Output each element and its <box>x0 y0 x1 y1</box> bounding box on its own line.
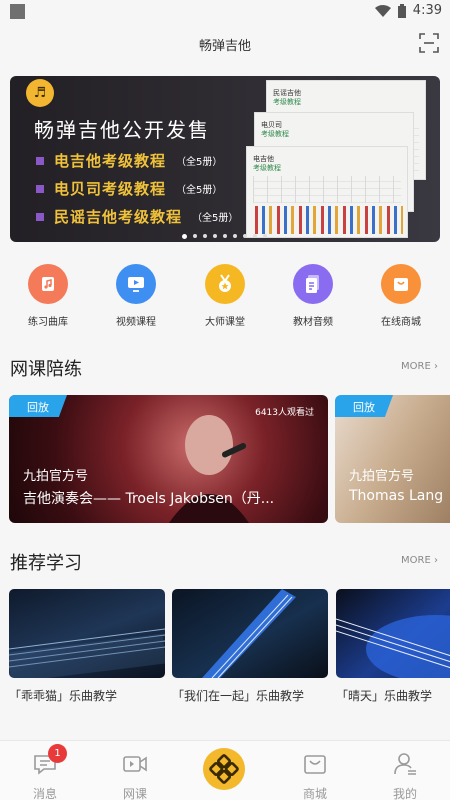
quick-item-label: 视频课程 <box>116 317 156 328</box>
carousel-dot[interactable] <box>203 234 207 238</box>
medal-icon <box>205 264 245 304</box>
tab-shop[interactable]: 商城 <box>270 741 360 800</box>
quick-item-label: 在线商城 <box>381 317 421 328</box>
document-icon <box>293 264 333 304</box>
recommend-thumbnail <box>172 589 328 678</box>
home-logo-icon <box>209 754 239 784</box>
recommend-item[interactable]: 「晴天」乐曲教学 <box>336 589 450 704</box>
music-sheet-icon <box>28 264 68 304</box>
tab-profile[interactable]: 我的 <box>360 741 450 800</box>
shopping-bag-icon <box>381 264 421 304</box>
recommend-item[interactable]: 「乖乖猫」乐曲教学 <box>9 589 165 704</box>
quick-item-online-shop[interactable]: 在线商城 <box>356 262 446 328</box>
more-label: MORE <box>401 555 431 566</box>
banner-item-sub: （全5册） <box>176 185 223 196</box>
banner-item: 电贝司考级教程 （全5册） <box>36 178 222 199</box>
banner-item-title: 民谣吉他考级教程 <box>54 208 183 226</box>
banner-item: 民谣吉他考级教程 （全5册） <box>36 206 238 227</box>
card-title: Thomas Lang <box>349 488 444 504</box>
recommend-caption: 「乖乖猫」乐曲教学 <box>9 689 118 703</box>
quick-item-label: 教材音频 <box>293 317 333 328</box>
banner-item-title: 电吉他考级教程 <box>54 152 167 170</box>
carousel-dot[interactable] <box>243 234 247 238</box>
book-covers: 民谣吉他 考级教程 电贝司 考级教程 电吉他 考级教程 <box>246 76 440 242</box>
section-title-recommend: 推荐学习 <box>10 553 82 574</box>
replay-badge: 回放 <box>9 395 67 417</box>
bullet-icon <box>36 156 44 165</box>
replay-badge: 回放 <box>335 395 393 417</box>
carousel-dot[interactable] <box>213 234 217 238</box>
quick-item-textbook-audio[interactable]: 教材音频 <box>268 262 358 328</box>
status-bar: 4:39 <box>0 0 450 24</box>
section-title-live: 网课陪练 <box>10 359 82 380</box>
carousel-dot[interactable] <box>253 234 257 238</box>
battery-icon <box>397 3 406 18</box>
status-time: 4:39 <box>412 3 442 18</box>
promo-banner[interactable]: ♬ 畅弹吉他公开发售 电吉他考级教程 （全5册） 电贝司考级教程 （全5册） 民… <box>10 76 440 242</box>
shop-icon <box>304 755 326 774</box>
bullet-icon <box>36 184 44 193</box>
quick-item-practice-library[interactable]: 练习曲库 <box>3 262 93 328</box>
tab-label: 商城 <box>302 787 327 800</box>
view-count: 6413人观看过 <box>255 408 314 418</box>
quick-menu: 练习曲库 视频课程 大师课堂 教材音频 在线商城 <box>0 262 450 334</box>
quick-item-label: 大师课堂 <box>205 317 245 328</box>
profile-icon <box>394 753 416 775</box>
recommend-caption: 「我们在一起」乐曲教学 <box>172 689 305 703</box>
card-title: 吉他演奏会—— Troels Jakobsen（丹... <box>23 491 275 507</box>
app-bar: 畅弹吉他 <box>0 24 450 64</box>
card-owner: 九拍官方号 <box>349 469 415 484</box>
recommend-thumbnail <box>9 589 165 678</box>
carousel-indicator[interactable] <box>182 234 267 239</box>
quick-item-video-course[interactable]: 视频课程 <box>91 262 181 328</box>
recommend-thumbnail <box>336 589 450 678</box>
banner-headline: 畅弹吉他公开发售 <box>34 118 210 142</box>
unread-badge: 1 <box>48 744 67 763</box>
recommend-caption: 「晴天」乐曲教学 <box>336 689 433 703</box>
carousel-dot[interactable] <box>182 234 187 239</box>
chevron-right-icon: › <box>434 361 438 372</box>
quick-item-label: 练习曲库 <box>28 317 68 328</box>
carousel-dot[interactable] <box>233 234 237 238</box>
chevron-right-icon: › <box>434 555 438 566</box>
notification-icon <box>10 4 25 19</box>
tab-messages[interactable]: 消息 <box>0 741 90 800</box>
guitars-illustration <box>255 206 403 234</box>
guitar-logo-icon: ♬ <box>26 79 54 107</box>
page-title: 畅弹吉他 <box>198 39 251 54</box>
tab-courses[interactable]: 网课 <box>90 741 180 800</box>
bullet-icon <box>36 212 44 221</box>
app-screen: 4:39 畅弹吉他 ♬ 畅弹吉他公开发售 电吉他考级教程 （全5册） 电贝司考级… <box>0 0 450 800</box>
quick-item-master-class[interactable]: 大师课堂 <box>180 262 270 328</box>
carousel-dot[interactable] <box>193 234 197 238</box>
banner-item-sub: （全5册） <box>192 213 239 224</box>
live-more-link[interactable]: MORE › <box>401 361 438 372</box>
banner-item-sub: （全5册） <box>176 157 223 168</box>
carousel-dot[interactable] <box>263 234 267 238</box>
book-title: 电贝司 考级教程 <box>261 121 289 138</box>
tab-label: 消息 <box>32 787 57 800</box>
tab-label: 我的 <box>392 787 417 800</box>
video-icon <box>123 756 147 772</box>
card-owner: 九拍官方号 <box>23 469 89 484</box>
live-card[interactable]: 回放 6413人观看过 九拍官方号 吉他演奏会—— Troels Jakobse… <box>9 395 328 523</box>
more-label: MORE <box>401 361 431 372</box>
banner-item: 电吉他考级教程 （全5册） <box>36 150 222 171</box>
scan-icon[interactable] <box>418 32 440 54</box>
wifi-icon <box>374 4 391 17</box>
video-play-icon <box>116 264 156 304</box>
book-cover: 电吉他 考级教程 <box>246 146 408 238</box>
live-card[interactable]: 回放 九拍官方号 Thomas Lang <box>335 395 450 523</box>
banner-item-title: 电贝司考级教程 <box>54 180 167 198</box>
home-logo-button[interactable] <box>203 748 245 790</box>
recommend-item[interactable]: 「我们在一起」乐曲教学 <box>172 589 328 704</box>
book-title: 电吉他 考级教程 <box>253 155 281 172</box>
recommend-more-link[interactable]: MORE › <box>401 555 438 566</box>
book-title: 民谣吉他 考级教程 <box>273 89 301 106</box>
carousel-dot[interactable] <box>223 234 227 238</box>
tab-label: 网课 <box>122 787 147 800</box>
